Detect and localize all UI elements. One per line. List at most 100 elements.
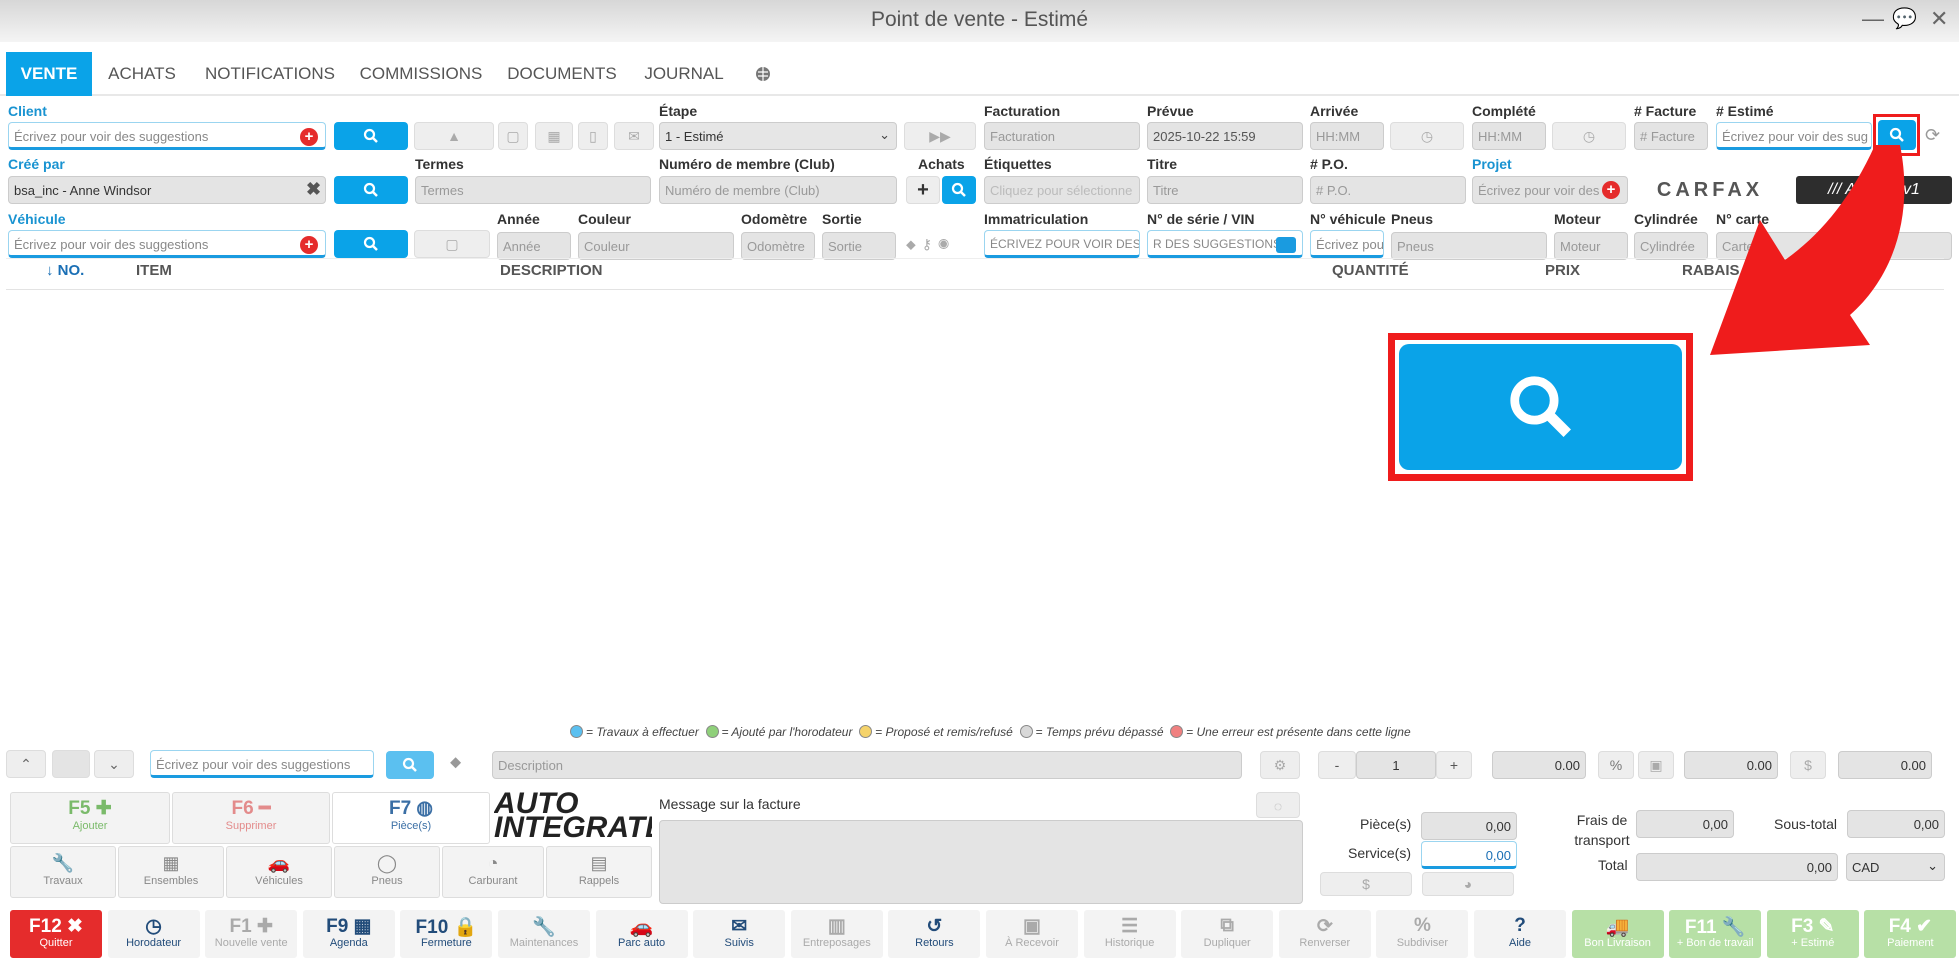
line-price-input[interactable]: 0.00 — [1492, 751, 1586, 779]
bottom-button-horodateur[interactable]: ◷ Horodateur — [107, 910, 200, 958]
facture-input[interactable]: # Facture — [1634, 122, 1708, 150]
bottom-button-nouvelle-vente[interactable]: F1 ✚ Nouvelle vente — [205, 910, 298, 958]
money-icon[interactable]: ▣ — [1638, 751, 1674, 779]
line-no-input[interactable] — [52, 750, 90, 778]
bottom-button-paiement[interactable]: F4 ✔ Paiement — [1864, 910, 1957, 958]
camera-icon[interactable] — [1276, 237, 1296, 253]
bottom-button-bon-de-travail[interactable]: F11 🔧 + Bon de travail — [1669, 910, 1762, 958]
bottom-button-subdiviser[interactable]: % Subdiviser — [1376, 910, 1469, 958]
tab-commissions[interactable]: COMMISSIONS — [356, 52, 486, 96]
bottom-button-aide[interactable]: ? Aide — [1474, 910, 1566, 958]
cylindree-input[interactable]: Cylindrée — [1634, 232, 1708, 260]
add-client-icon[interactable]: + — [300, 128, 318, 146]
prevue-input[interactable]: 2025-10-22 15:59 — [1147, 122, 1303, 150]
tool-carburant[interactable]: ◔ Carburant — [442, 846, 544, 898]
f6-delete-button[interactable]: F6 ━ Supprimer — [172, 792, 330, 844]
bottom-button-renverser[interactable]: ⟳ Renverser — [1278, 910, 1371, 958]
close-icon[interactable]: ✕ — [1930, 6, 1948, 32]
message-textarea[interactable] — [659, 820, 1303, 904]
envelope-icon[interactable]: ✉ — [614, 122, 654, 150]
achat-search-button[interactable] — [942, 176, 976, 204]
cree-par-input[interactable]: bsa_inc - Anne Windsor — [8, 176, 326, 204]
titre-input[interactable]: Titre — [1147, 176, 1303, 204]
add-projet-icon[interactable]: + — [1602, 181, 1620, 199]
minimize-icon[interactable]: — — [1862, 6, 1884, 32]
bottom-button-quitter[interactable]: F12 ✖ Quitter — [10, 910, 102, 958]
tool-vehicules[interactable]: 🚗 Véhicules — [226, 846, 332, 898]
line-total-input[interactable]: 0.00 — [1838, 751, 1932, 779]
vehicule-input[interactable]: Écrivez pour voir des suggestions — [8, 230, 326, 258]
nveh-input[interactable]: Écrivez pou — [1310, 230, 1384, 258]
vehicule-label[interactable]: Véhicule — [8, 211, 66, 227]
etiquettes-select[interactable]: Cliquez pour sélectionne — [984, 176, 1140, 204]
tag-icon[interactable]: ⬥ — [450, 754, 461, 772]
f7-parts-button[interactable]: F7 ◍ Pièce(s) — [332, 792, 490, 844]
chat-icon[interactable]: 💬 — [1892, 6, 1917, 31]
moteur-input[interactable]: Moteur — [1554, 232, 1628, 260]
cree-par-label[interactable]: Créé par — [8, 156, 65, 172]
couleur-input[interactable]: Couleur — [578, 232, 734, 260]
road-icon[interactable]: ▲ — [414, 122, 494, 150]
immat-input[interactable]: ÉCRIVEZ POUR VOIR DES — [984, 230, 1140, 258]
item-suggest-input[interactable]: Écrivez pour voir des suggestions — [150, 750, 374, 778]
tab-achats[interactable]: ACHATS — [102, 52, 182, 96]
bottom-button-parc-auto[interactable]: 🚗 Parc auto — [595, 910, 688, 958]
termes-input[interactable]: Termes — [415, 176, 651, 204]
complete-input[interactable]: HH:MM — [1472, 122, 1546, 150]
qty-input[interactable]: 1 — [1356, 751, 1436, 779]
arrivee-clock-icon[interactable]: ◷ — [1390, 122, 1464, 150]
qty-plus-button[interactable]: + — [1436, 751, 1472, 779]
item-search-button[interactable] — [386, 751, 434, 779]
annee-input[interactable]: Année — [497, 232, 571, 260]
line-settings-icon[interactable]: ⚙ — [1260, 751, 1300, 779]
bottom-button-estim[interactable]: F3 ✎ + Estimé — [1766, 910, 1859, 958]
tool-pneus[interactable]: ◯ Pneus — [334, 846, 440, 898]
bottom-button-suivis[interactable]: ✉ Suivis — [693, 910, 786, 958]
next-step-icon[interactable]: ▶▶ — [904, 122, 976, 150]
tool-rappels[interactable]: ▤ Rappels — [546, 846, 652, 898]
mobile-icon[interactable]: ▯ — [578, 122, 608, 150]
vehicule-note-icon[interactable]: ▢ — [414, 230, 490, 258]
odometre-input[interactable]: Odomètre — [741, 232, 815, 260]
bottom-button-agenda[interactable]: F9 ▦ Agenda — [302, 910, 395, 958]
sortie-input[interactable]: Sortie — [822, 232, 896, 260]
tab-journal[interactable]: JOURNAL — [638, 52, 730, 96]
bottom-button-dupliquer[interactable]: ⧉ Dupliquer — [1181, 910, 1274, 958]
arrivee-input[interactable]: HH:MM — [1310, 122, 1384, 150]
po-input[interactable]: # P.O. — [1310, 176, 1466, 204]
tab-documents[interactable]: DOCUMENTS — [502, 52, 622, 96]
tab-notifications[interactable]: NOTIFICATIONS — [200, 52, 340, 96]
message-bubble-icon[interactable]: ◌ — [1256, 792, 1300, 818]
line-discount-input[interactable]: 0.00 — [1684, 751, 1778, 779]
client-label[interactable]: Client — [8, 103, 47, 119]
add-vehicule-icon[interactable]: + — [300, 236, 318, 254]
frais-input[interactable]: 0,00 — [1636, 810, 1734, 838]
tool-travaux[interactable]: 🔧 Travaux — [10, 846, 116, 898]
f5-add-button[interactable]: F5 ✚ Ajouter — [10, 792, 170, 844]
bottom-button-entreposages[interactable]: ▥ Entreposages — [790, 910, 883, 958]
globe-icon[interactable] — [748, 52, 778, 96]
dollar-button[interactable]: $ — [1790, 751, 1826, 779]
facturation-input[interactable]: Facturation — [984, 122, 1140, 150]
cree-par-search-button[interactable] — [334, 176, 408, 204]
bottom-button-maintenances[interactable]: 🔧 Maintenances — [498, 910, 590, 958]
calendar-icon[interactable]: ▦ — [535, 122, 573, 150]
bottom-button-bon-livraison[interactable]: 🚚 Bon Livraison — [1571, 910, 1664, 958]
refresh-icon[interactable]: ⟳ — [1925, 125, 1940, 146]
client-search-button[interactable] — [334, 122, 408, 150]
pie-chart-icon[interactable]: ◕ — [1422, 872, 1514, 896]
vehicule-search-button[interactable] — [334, 230, 408, 258]
bottom-button-historique[interactable]: ☰ Historique — [1083, 910, 1176, 958]
pneus-input[interactable]: Pneus — [1391, 232, 1547, 260]
bottom-button-fermeture[interactable]: F10 🔒 Fermeture — [400, 910, 493, 958]
tab-vente[interactable]: VENTE — [6, 52, 92, 96]
line-description-input[interactable]: Description — [492, 751, 1242, 779]
bottom-button-retours[interactable]: ↺ Retours — [888, 910, 981, 958]
add-achat-button[interactable]: + — [906, 176, 940, 204]
tool-ensembles[interactable]: ▦ Ensembles — [118, 846, 224, 898]
move-up-icon[interactable]: ⌃ — [6, 750, 46, 778]
qty-minus-button[interactable]: - — [1318, 751, 1356, 779]
bottom-button-recevoir[interactable]: ▣ À Recevoir — [986, 910, 1078, 958]
percent-button[interactable]: % — [1598, 751, 1634, 779]
membre-input[interactable]: Numéro de membre (Club) — [659, 176, 897, 204]
